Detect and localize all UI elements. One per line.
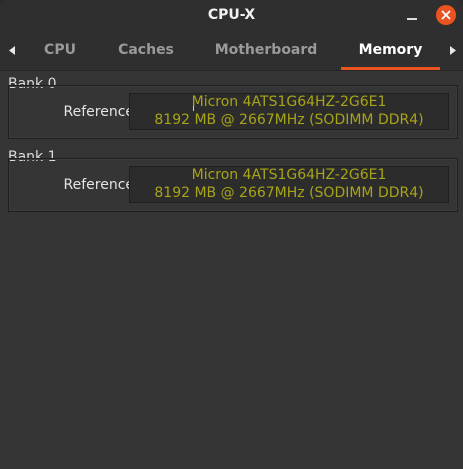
triangle-left-icon [9,46,15,55]
reference-spec: 8192 MB @ 2667MHz (SODIMM DDR4) [154,112,424,128]
bank-0-frame: Reference Micron 4ATS1G64HZ-2G6E1 8192 M… [8,85,458,139]
reference-label: Reference [63,104,135,120]
reference-part-number: Micron 4ATS1G64HZ-2G6E1 [191,94,387,110]
tab-scroll-left-button[interactable] [2,31,22,70]
tab-label: Memory [358,42,423,58]
close-icon [441,10,451,20]
tab-cpu[interactable]: CPU [34,31,86,70]
tab-label: Motherboard [214,42,318,58]
bank-1-frame: Reference Micron 4ATS1G64HZ-2G6E1 8192 M… [8,158,458,212]
minimize-icon [407,18,417,20]
active-tab-indicator [341,67,440,70]
reference-part-number: Micron 4ATS1G64HZ-2G6E1 [191,167,387,183]
bank-0-reference-field[interactable]: Micron 4ATS1G64HZ-2G6E1 8192 MB @ 2667MH… [129,93,449,130]
title-bar[interactable]: CPU-X [0,0,463,31]
tab-label: Caches [118,42,174,58]
tab-bar: CPU Caches Motherboard Memory [0,31,463,71]
cpu-x-window: CPU-X CPU Caches Motherboard Memory Bank… [0,0,463,469]
tab-motherboard[interactable]: Motherboard [206,31,326,70]
tab-label: CPU [44,42,76,58]
triangle-right-icon [450,46,456,55]
reference-spec: 8192 MB @ 2667MHz (SODIMM DDR4) [154,185,424,201]
bank-1-reference-field[interactable]: Micron 4ATS1G64HZ-2G6E1 8192 MB @ 2667MH… [129,166,449,203]
tab-scroll-right-button[interactable] [443,31,463,70]
minimize-button[interactable] [402,6,422,26]
tab-memory[interactable]: Memory [341,31,440,70]
reference-label: Reference [63,177,135,193]
tab-caches[interactable]: Caches [106,31,186,70]
window-title: CPU-X [207,7,256,23]
close-button[interactable] [436,5,456,25]
